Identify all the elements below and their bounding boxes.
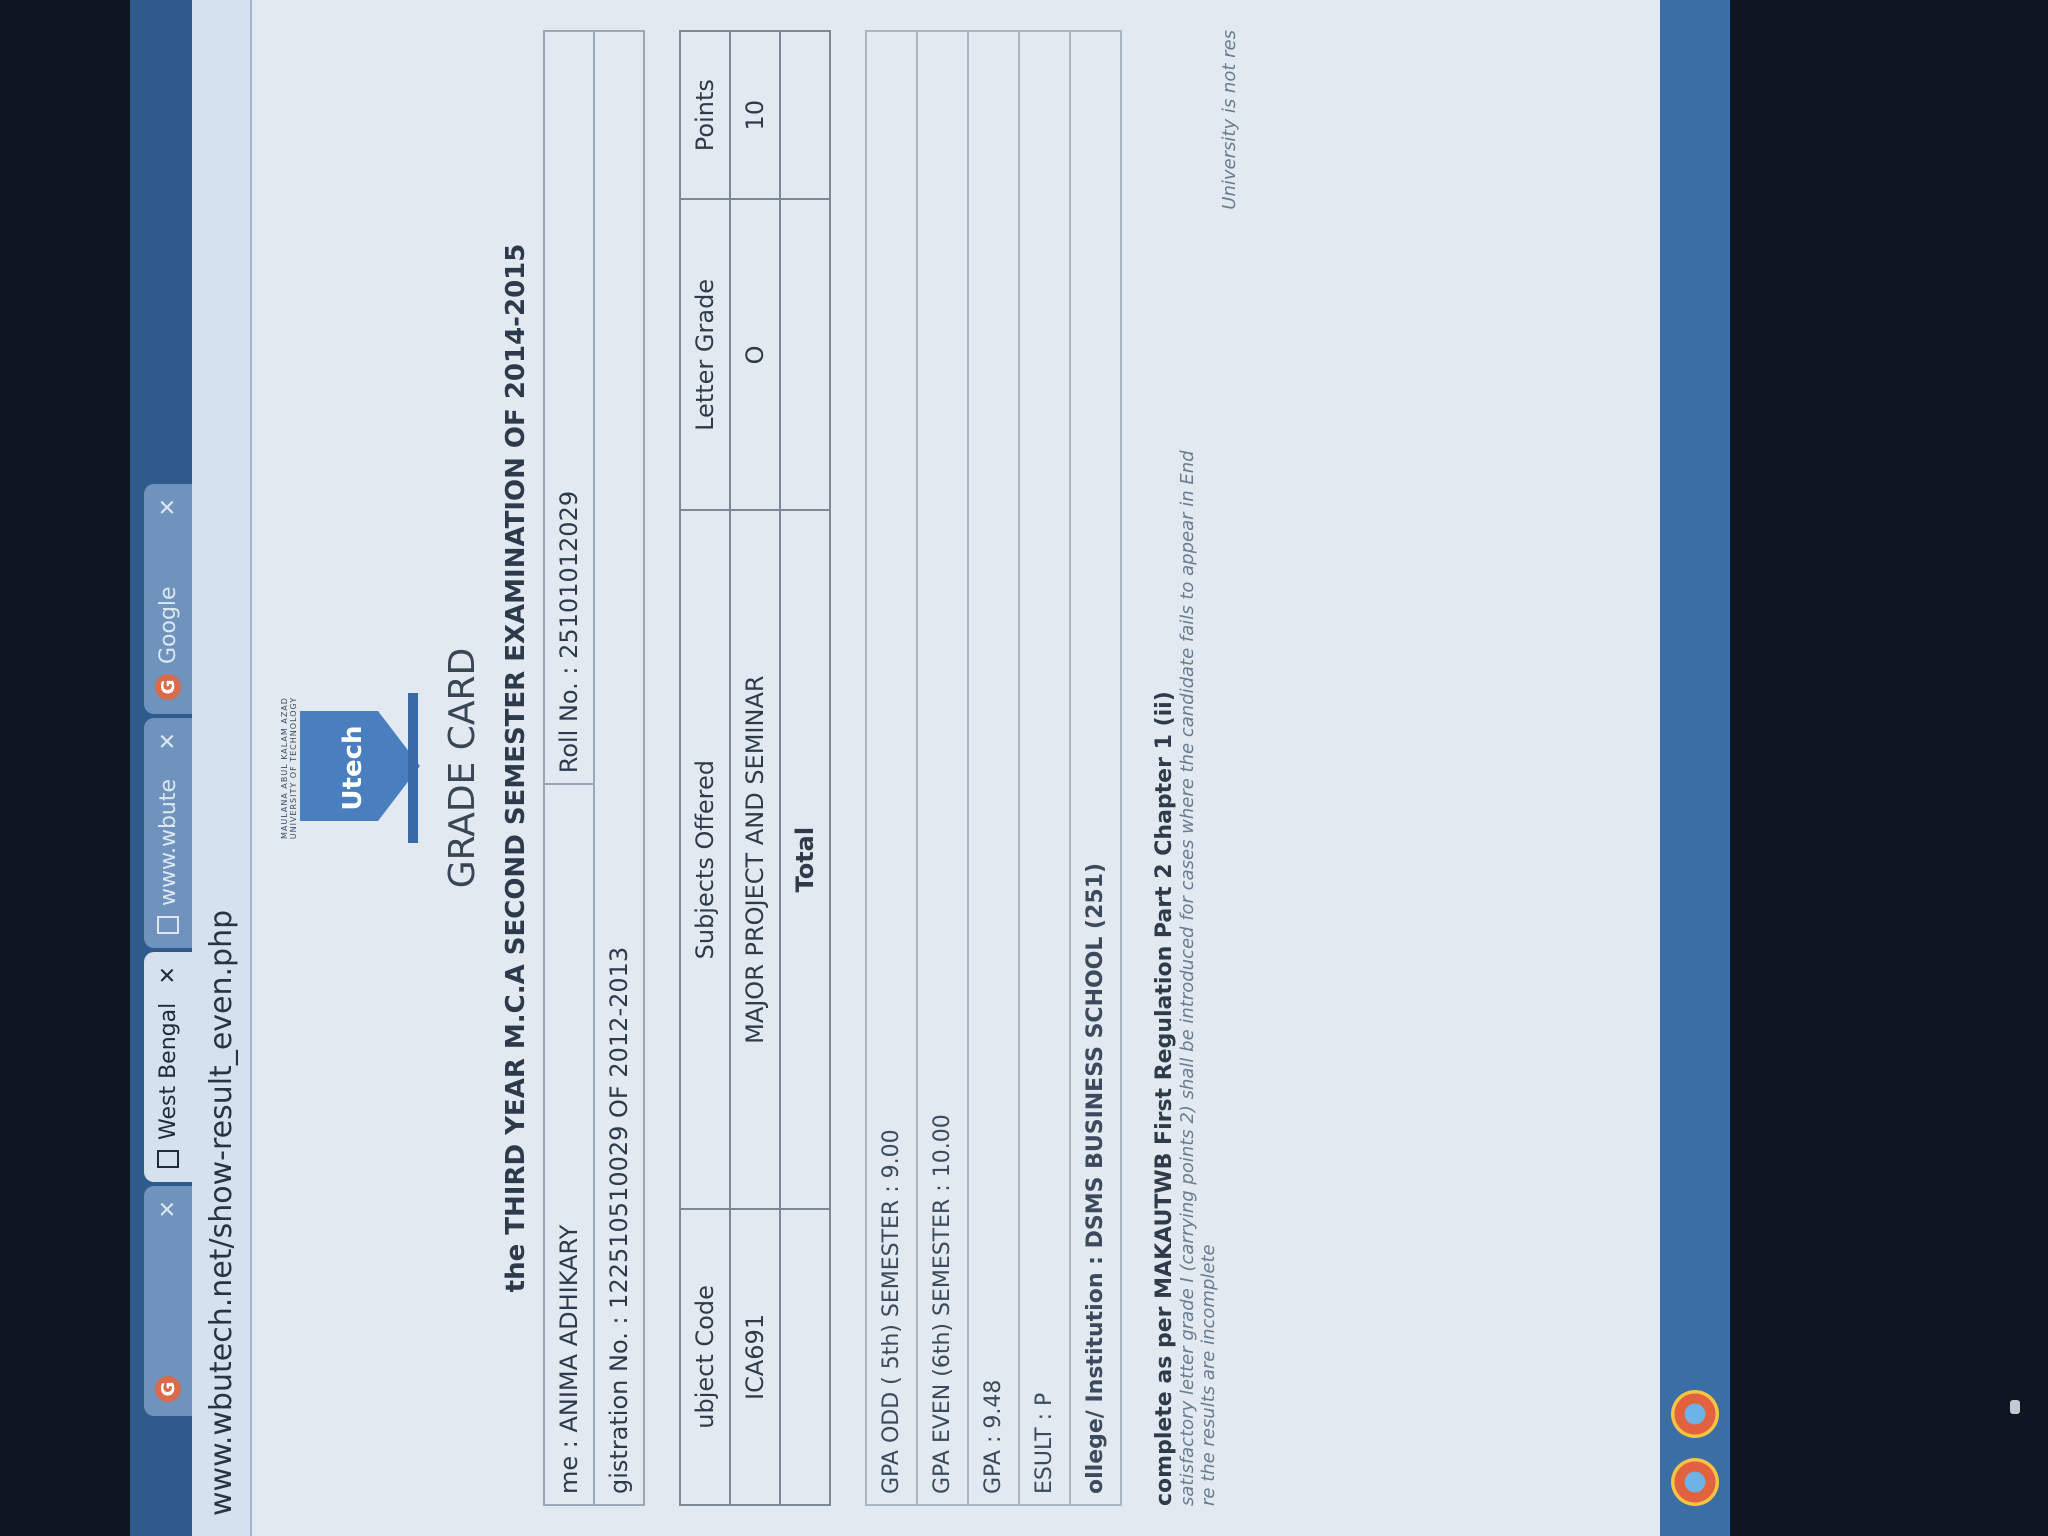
tab-west-bengal[interactable]: West Bengal ✕ — [144, 952, 192, 1182]
empty-cell — [780, 199, 830, 511]
col-subjects-offered: Subjects Offered — [680, 510, 730, 1209]
google-icon: G — [155, 674, 181, 700]
col-points: Points — [680, 31, 730, 200]
col-letter-grade: Letter Grade — [680, 199, 730, 511]
disclaimer: University is not res — [1219, 30, 1240, 210]
footer-note: satisfactory letter grade I (carrying po… — [1177, 450, 1198, 1506]
college: ollege/ Institution : DSMS BUSINESS SCHO… — [1070, 31, 1121, 1505]
student-info-table: me : ANIMA ADHIKARY Roll No. : 251010120… — [543, 30, 645, 1506]
table-row: GPA EVEN (6th) SEMESTER : 10.00 — [917, 31, 968, 1505]
table-row: ICA691 MAJOR PROJECT AND SEMINAR O 10 — [730, 31, 780, 1505]
exam-title: the THIRD YEAR M.C.A SECOND SEMESTER EXA… — [501, 243, 531, 1293]
tab-wbute[interactable]: www.wbute ✕ — [144, 718, 192, 948]
table-row: GPA : 9.48 — [968, 31, 1019, 1505]
url-text[interactable]: www.wbutech.net/show-result_even.php — [204, 910, 239, 1516]
table-row: ollege/ Institution : DSMS BUSINESS SCHO… — [1070, 31, 1121, 1505]
subject-code-cell: ICA691 — [730, 1208, 780, 1505]
close-icon[interactable]: ✕ — [156, 498, 181, 516]
total-row: Total — [780, 31, 830, 1505]
taskbar — [1660, 0, 1730, 1536]
table-row: ESULT : P — [1019, 31, 1070, 1505]
monitor-screen: G ✕ West Bengal ✕ www.wbute ✕ G Google ✕… — [130, 0, 1730, 1536]
document-icon — [157, 916, 179, 934]
cursor-reflection — [2010, 1400, 2020, 1414]
empty-cell — [780, 1208, 830, 1505]
sgpa-even: GPA EVEN (6th) SEMESTER : 10.00 — [917, 31, 968, 1505]
tab-bar: G ✕ West Bengal ✕ www.wbute ✕ G Google ✕ — [130, 0, 192, 1536]
tab-google-2[interactable]: G Google ✕ — [144, 484, 192, 714]
grade-card-header: MAULANA ABUL KALAM AZAD UNIVERSITY OF TE… — [280, 30, 531, 1506]
grade-cell: O — [730, 199, 780, 511]
browser-window: G ✕ West Bengal ✕ www.wbute ✕ G Google ✕… — [130, 0, 1730, 1536]
close-icon[interactable]: ✕ — [156, 1200, 181, 1218]
university-logo: MAULANA ABUL KALAM AZAD UNIVERSITY OF TE… — [280, 683, 430, 853]
logo-text: Utech — [338, 725, 368, 811]
close-icon[interactable]: ✕ — [156, 966, 181, 984]
google-icon: G — [155, 1376, 181, 1402]
empty-cell — [780, 31, 830, 200]
logo-ribbon — [408, 693, 418, 843]
col-subject-code: ubject Code — [680, 1208, 730, 1505]
tab-google-1[interactable]: G ✕ — [144, 1186, 192, 1416]
cgpa: GPA : 9.48 — [968, 31, 1019, 1505]
firefox-icon[interactable] — [1671, 1390, 1719, 1438]
logo-caption: MAULANA ABUL KALAM AZAD UNIVERSITY OF TE… — [280, 696, 298, 840]
results-table: ubject Code Subjects Offered Letter Grad… — [679, 30, 831, 1506]
table-row: me : ANIMA ADHIKARY Roll No. : 251010120… — [544, 31, 594, 1505]
page-title: GRADE CARD — [442, 647, 483, 889]
document-icon — [157, 1150, 179, 1168]
grade-card-page: MAULANA ABUL KALAM AZAD UNIVERSITY OF TE… — [252, 0, 1660, 1536]
table-row: GPA ODD ( 5th) SEMESTER : 9.00 — [866, 31, 917, 1505]
footer-regulation: complete as per MAKAUTWB First Regulatio… — [1152, 691, 1177, 1506]
table-row: gistration No. : 122510510029 OF 2012-20… — [594, 31, 644, 1505]
total-label: Total — [780, 510, 830, 1209]
result: ESULT : P — [1019, 31, 1070, 1505]
subject-name-cell: MAJOR PROJECT AND SEMINAR — [730, 510, 780, 1209]
footer-note-2: re the results are incomplete — [1198, 1244, 1219, 1506]
footer-notes: complete as per MAKAUTWB First Regulatio… — [1152, 30, 1240, 1506]
chrome-icon[interactable] — [1671, 1458, 1719, 1506]
registration-number: gistration No. : 122510510029 OF 2012-20… — [594, 31, 644, 1505]
close-icon[interactable]: ✕ — [156, 732, 181, 750]
sgpa-odd: GPA ODD ( 5th) SEMESTER : 9.00 — [866, 31, 917, 1505]
summary-table: GPA ODD ( 5th) SEMESTER : 9.00 GPA EVEN … — [865, 30, 1122, 1506]
address-bar[interactable]: www.wbutech.net/show-result_even.php — [192, 0, 252, 1536]
roll-number: Roll No. : 25101012029 — [544, 31, 594, 785]
student-name: me : ANIMA ADHIKARY — [544, 784, 594, 1505]
points-cell: 10 — [730, 31, 780, 200]
table-header-row: ubject Code Subjects Offered Letter Grad… — [680, 31, 730, 1505]
